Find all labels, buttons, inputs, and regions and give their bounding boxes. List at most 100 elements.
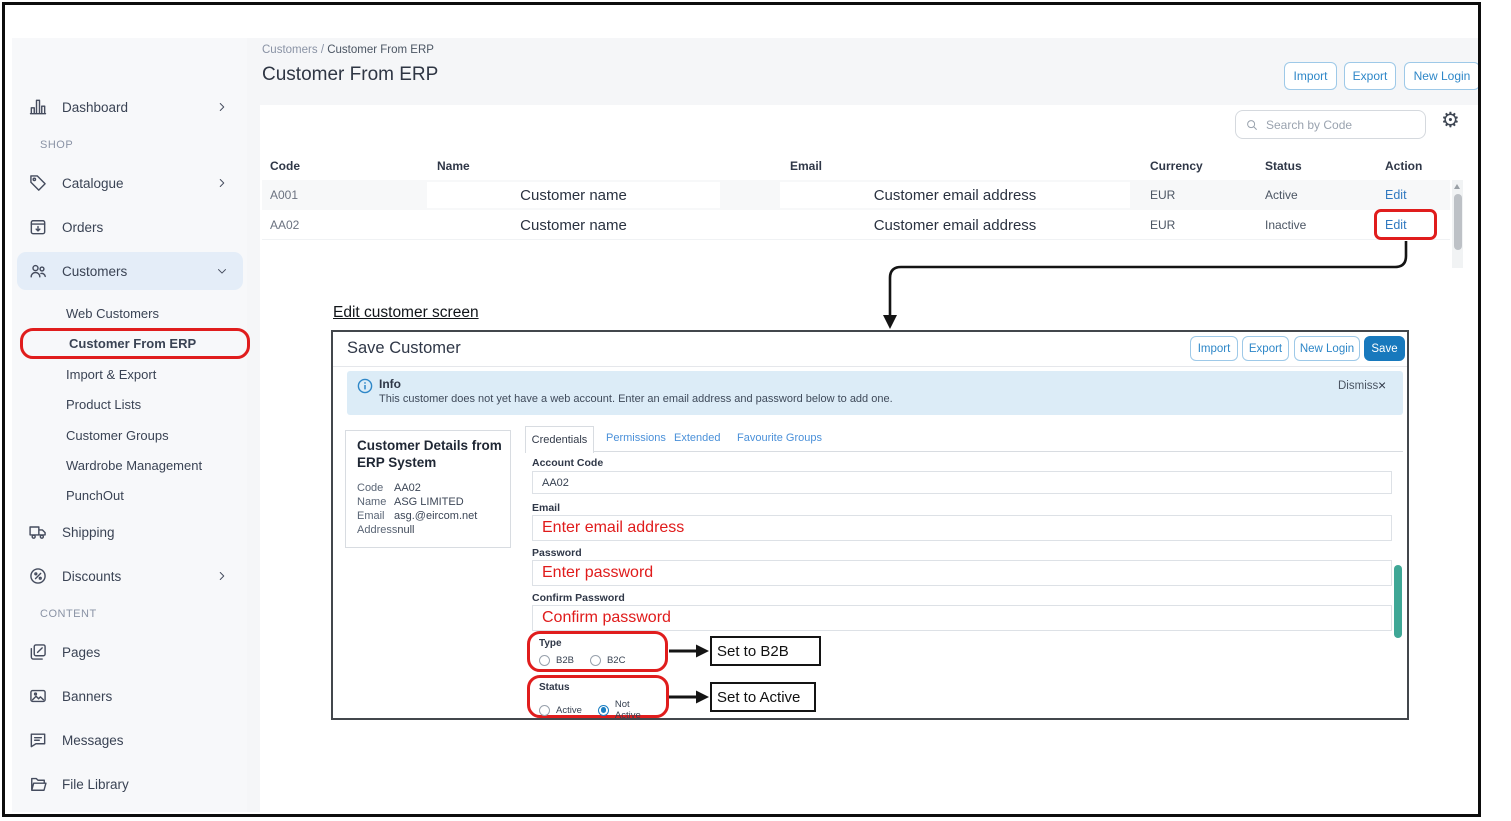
cell-email: Customer email address	[780, 212, 1130, 238]
column-header-currency: Currency	[1150, 159, 1203, 173]
sidebar-item-label: Banners	[62, 689, 112, 704]
tab-extended[interactable]: Extended	[674, 432, 720, 444]
confirm-password-input[interactable]	[532, 605, 1392, 631]
table-scrollbar[interactable]	[1452, 180, 1463, 268]
sidebar-section-content: CONTENT	[40, 608, 97, 622]
sidebar-item-shipping[interactable]: Shipping	[12, 517, 247, 547]
sidebar-item-wardrobe-management[interactable]: Wardrobe Management	[66, 452, 202, 478]
tab-credentials[interactable]: Credentials	[525, 426, 594, 453]
page-title: Customer From ERP	[262, 64, 438, 86]
type-label: Type	[539, 638, 562, 649]
gear-icon[interactable]: ⚙	[1441, 110, 1460, 131]
percent-icon	[28, 566, 48, 586]
search-input[interactable]	[1266, 118, 1406, 132]
detail-row: NameASG LIMITED	[357, 495, 477, 509]
save-customer-panel: Save Customer Import Export New Login Sa…	[331, 330, 1409, 720]
erp-details-box: Customer Details from ERP System CodeAA0…	[345, 430, 511, 548]
status-group-annotation: Status Active Not Active	[527, 675, 669, 718]
sidebar-item-label: Discounts	[62, 569, 121, 584]
form-scrollbar-thumb[interactable]	[1394, 565, 1402, 638]
set-to-active-callout: Set to Active	[710, 682, 816, 712]
set-to-b2b-callout: Set to B2B	[710, 636, 821, 666]
new-login-button[interactable]: New Login	[1404, 62, 1480, 90]
password-input[interactable]	[532, 560, 1392, 586]
breadcrumb-customers[interactable]: Customers	[262, 44, 318, 56]
table-row: AA02 Customer name Customer email addres…	[262, 210, 1450, 240]
export-button[interactable]: Export	[1344, 62, 1396, 90]
sidebar-item-catalogue[interactable]: Catalogue	[12, 168, 247, 198]
sidebar-item-file-library[interactable]: File Library	[12, 769, 247, 799]
sidebar: Dashboard SHOP Catalogue Orders Customer…	[12, 38, 247, 812]
sidebar-item-stores[interactable]: Stores	[12, 813, 247, 821]
import-button[interactable]: Import	[1284, 62, 1337, 90]
truck-icon	[28, 522, 48, 542]
edit-customer-screen-heading: Edit customer screen	[333, 304, 479, 322]
tag-icon	[28, 173, 48, 193]
cell-name: Customer name	[427, 212, 720, 238]
sidebar-item-banners[interactable]: Banners	[12, 681, 247, 711]
cell-status: Inactive	[1265, 218, 1306, 232]
scroll-up-arrow-icon[interactable]	[1454, 184, 1460, 189]
tab-permissions[interactable]: Permissions	[606, 432, 666, 444]
panel-title: Save Customer	[347, 339, 461, 358]
panel-export-button[interactable]: Export	[1242, 336, 1289, 361]
sidebar-item-web-customers[interactable]: Web Customers	[66, 300, 159, 326]
password-label: Password	[532, 547, 582, 559]
detail-row: Emailasg.@eircom.net	[357, 509, 477, 523]
column-header-email: Email	[790, 159, 822, 173]
panel-new-login-button[interactable]: New Login	[1294, 336, 1360, 361]
cell-code: AA02	[270, 218, 299, 232]
scrollbar-thumb[interactable]	[1454, 194, 1462, 250]
email-label: Email	[532, 502, 560, 514]
sidebar-item-discounts[interactable]: Discounts	[12, 561, 247, 591]
email-input[interactable]	[532, 515, 1392, 541]
chevron-right-icon	[215, 100, 229, 114]
sidebar-item-import-export[interactable]: Import & Export	[66, 361, 156, 387]
dismiss-button[interactable]: Dismiss	[1338, 380, 1378, 392]
type-radio-row: B2B B2C	[539, 655, 635, 666]
info-icon	[357, 378, 373, 394]
chat-icon	[28, 730, 48, 750]
edit-link[interactable]: Edit	[1385, 188, 1407, 202]
cell-currency: EUR	[1150, 218, 1175, 232]
sidebar-item-dashboard[interactable]: Dashboard	[12, 92, 247, 122]
tab-favourite-groups[interactable]: Favourite Groups	[737, 432, 822, 444]
radio-b2b[interactable]	[539, 655, 550, 666]
breadcrumb: Customers / Customer From ERP	[262, 44, 434, 56]
folder-icon	[28, 774, 48, 794]
chevron-right-icon	[215, 176, 229, 190]
tab-bar: Credentials Permissions Extended Favouri…	[525, 426, 1403, 452]
sidebar-item-customers[interactable]: Customers	[12, 256, 247, 286]
panel-save-button[interactable]: Save	[1364, 336, 1405, 361]
radio-b2c[interactable]	[590, 655, 601, 666]
account-code-input[interactable]	[532, 471, 1392, 494]
radio-active[interactable]	[539, 705, 550, 716]
sidebar-item-orders[interactable]: Orders	[12, 212, 247, 242]
cell-name: Customer name	[427, 182, 720, 208]
column-header-status: Status	[1265, 159, 1302, 173]
sidebar-item-label: Catalogue	[62, 176, 124, 191]
close-icon[interactable]: ×	[1378, 377, 1386, 393]
type-group-annotation: Type B2B B2C	[527, 631, 668, 672]
column-header-name: Name	[437, 159, 470, 173]
sidebar-item-label: Dashboard	[62, 100, 128, 115]
sidebar-item-label: Customers	[62, 264, 127, 279]
search-icon	[1245, 118, 1259, 132]
info-banner: Info This customer does not yet have a w…	[347, 371, 1403, 415]
erp-details-title: Customer Details from ERP System	[357, 437, 502, 471]
sidebar-item-product-lists[interactable]: Product Lists	[66, 391, 141, 417]
status-label: Status	[539, 682, 570, 693]
pages-icon	[28, 642, 48, 662]
radio-not-active[interactable]	[598, 705, 609, 716]
cell-email: Customer email address	[780, 182, 1130, 208]
sidebar-item-customer-from-erp[interactable]: Customer From ERP	[20, 328, 250, 359]
detail-row: CodeAA02	[357, 481, 477, 495]
sidebar-item-messages[interactable]: Messages	[12, 725, 247, 755]
sidebar-item-pages[interactable]: Pages	[12, 637, 247, 667]
panel-import-button[interactable]: Import	[1190, 336, 1238, 361]
account-code-label: Account Code	[532, 457, 603, 469]
sidebar-item-label: Pages	[62, 645, 100, 660]
sidebar-item-punchout[interactable]: PunchOut	[66, 482, 124, 508]
sidebar-item-customer-groups[interactable]: Customer Groups	[66, 422, 169, 448]
screenshot-root: Dashboard SHOP Catalogue Orders Customer…	[0, 0, 1511, 821]
